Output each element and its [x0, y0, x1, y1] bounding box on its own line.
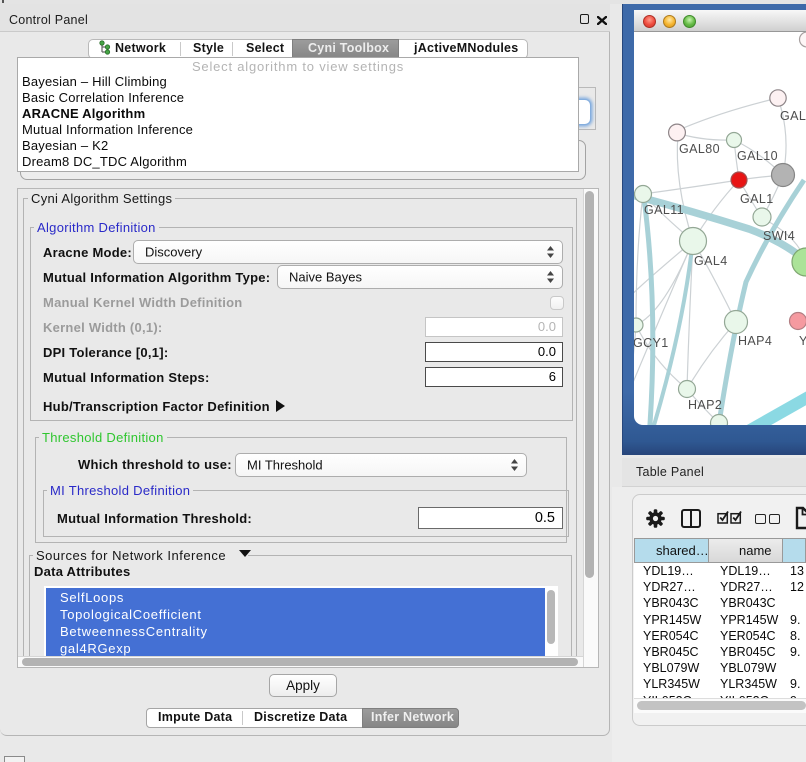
svg-text:GAL11: GAL11 — [644, 203, 684, 217]
svg-text:GCY1: GCY1 — [634, 336, 669, 350]
svg-text:GAL80: GAL80 — [679, 142, 720, 156]
svg-text:GAL1: GAL1 — [740, 192, 774, 206]
svg-text:HAP4: HAP4 — [738, 334, 772, 348]
svg-text:SWI4: SWI4 — [763, 229, 795, 243]
svg-text:GAL: GAL — [780, 109, 806, 123]
svg-text:GAL4: GAL4 — [694, 254, 728, 268]
svg-text:GAL10: GAL10 — [737, 149, 778, 163]
svg-text:Y: Y — [799, 334, 806, 348]
svg-text:HAP2: HAP2 — [688, 398, 722, 412]
